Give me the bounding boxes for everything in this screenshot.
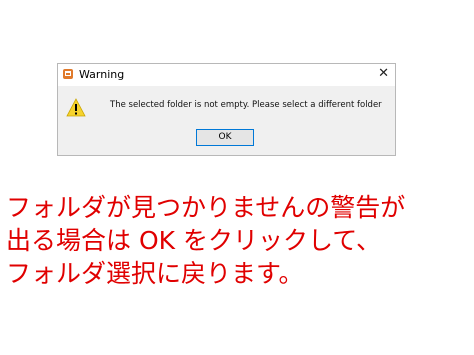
warning-dialog: Warning ✕ The selected folder is not emp… [57,63,396,156]
warning-icon [66,98,86,117]
ok-button[interactable]: OK [196,129,254,146]
caption-line-2: 出る場合は OK をクリックして、 [6,226,381,255]
caption-line-3: フォルダ選択に戻ります。 [6,259,304,288]
dialog-titlebar: Warning ✕ [58,64,395,86]
app-icon [63,69,73,79]
caption-text: フォルダが見つかりませんの警告が 出る場合は OK をクリックして、 フォルダ選… [6,191,466,290]
caption-line-1: フォルダが見つかりませんの警告が [6,193,406,222]
dialog-title: Warning [79,68,125,81]
close-button[interactable]: ✕ [378,67,389,81]
dialog-message: The selected folder is not empty. Please… [110,100,382,110]
